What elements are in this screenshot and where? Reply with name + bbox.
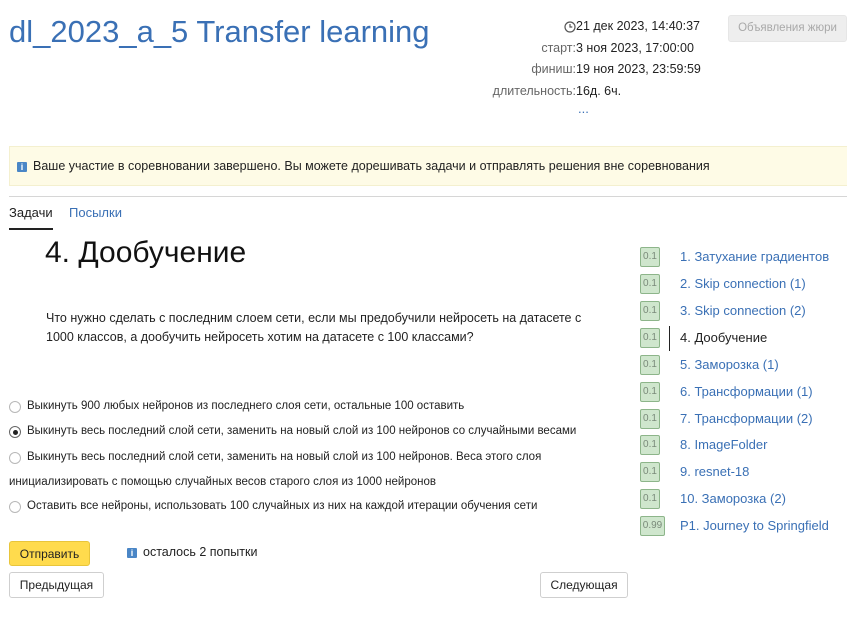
tab-submissions[interactable]: Посылки — [69, 205, 122, 220]
problem-link[interactable]: 7. Трансформации (2) — [680, 411, 813, 426]
problem-list-item[interactable]: 0.1 3. Skip connection (2) — [640, 301, 847, 322]
score-badge: 0.1 — [640, 489, 660, 509]
attempts-text: осталось 2 попытки — [143, 545, 258, 559]
start-value: 3 ноя 2023, 17:00:00 — [576, 40, 694, 55]
problem-link[interactable]: P1. Journey to Springfield — [680, 518, 829, 533]
answer-option-label: Выкинуть весь последний слой сети, замен… — [27, 425, 577, 437]
notice-text: Ваше участие в соревновании завершено. В… — [33, 159, 710, 173]
duration-value: 16д. 6ч. — [576, 84, 622, 99]
tab-tasks[interactable]: Задачи — [9, 205, 53, 230]
contest-title: dl_2023_a_5 Transfer learning — [9, 14, 430, 49]
info-icon: i — [17, 162, 27, 172]
score-badge: 0.1 — [640, 435, 660, 455]
info-icon: i — [127, 548, 137, 558]
answer-option-label: Выкинуть 900 любых нейронов из последнег… — [27, 400, 465, 412]
score-badge: 0.1 — [640, 301, 660, 321]
duration-row: длительность: 16д. 6ч. — [460, 81, 710, 103]
start-row: старт: 3 ноя 2023, 17:00:00 — [460, 38, 710, 60]
problem-list-item[interactable]: 0.1 2. Skip connection (1) — [640, 274, 847, 295]
current-indicator — [669, 326, 670, 351]
problem-list-item[interactable]: 0.1 1. Затухание градиентов — [640, 247, 847, 268]
problem-link[interactable]: 3. Skip connection (2) — [680, 303, 806, 318]
participation-notice: i Ваше участие в соревновании завершено. … — [9, 146, 847, 186]
problem-list-item[interactable]: 0.1 8. ImageFolder — [640, 435, 847, 456]
problem-list-item[interactable]: 0.1 5. Заморозка (1) — [640, 355, 847, 376]
radio-button[interactable] — [9, 401, 21, 413]
problem-list-item-current[interactable]: 0.1 4. Дообучение — [640, 326, 847, 351]
answer-option-label: Оставить все нейроны, использовать 100 с… — [27, 500, 538, 512]
problem-link[interactable]: 5. Заморозка (1) — [680, 357, 779, 372]
previous-button[interactable]: Предыдущая — [9, 572, 104, 598]
tabs-divider — [9, 196, 847, 197]
score-badge: 0.1 — [640, 355, 660, 375]
contest-info: 21 дек 2023, 14:40:37 старт: 3 ноя 2023,… — [460, 16, 710, 103]
problem-list-item[interactable]: 0.1 9. resnet-18 — [640, 462, 847, 483]
attempts-remaining: i осталось 2 попытки — [127, 545, 257, 559]
score-badge: 0.1 — [640, 328, 660, 348]
problem-link[interactable]: 1. Затухание градиентов — [680, 249, 829, 264]
problem-link[interactable]: 9. resnet-18 — [680, 464, 749, 479]
problem-title: 4. Дообучение — [45, 236, 247, 269]
problem-link[interactable]: 10. Заморозка (2) — [680, 491, 786, 506]
problem-statement: Что нужно сделать с последним слоем сети… — [46, 311, 582, 344]
clock-icon — [564, 21, 576, 33]
score-badge: 0.1 — [640, 247, 660, 267]
problem-list-item[interactable]: 0.99 P1. Journey to Springfield — [640, 516, 847, 537]
score-badge: 0.1 — [640, 409, 660, 429]
problem-link[interactable]: 6. Трансформации (1) — [680, 384, 813, 399]
problem-link[interactable]: 8. ImageFolder — [680, 437, 767, 452]
jury-announcements-button[interactable]: Объявления жюри — [728, 15, 847, 42]
submit-button[interactable]: Отправить — [9, 541, 90, 566]
duration-label: длительность: — [492, 84, 576, 99]
problem-list-item[interactable]: 0.1 6. Трансформации (1) — [640, 382, 847, 403]
score-badge: 0.1 — [640, 382, 660, 402]
finish-value: 19 ноя 2023, 23:59:59 — [576, 62, 701, 77]
current-time-row: 21 дек 2023, 14:40:37 — [460, 16, 710, 38]
radio-button[interactable] — [9, 452, 21, 464]
radio-button-selected[interactable] — [9, 426, 21, 438]
score-badge: 0.1 — [640, 274, 660, 294]
problem-list-item[interactable]: 0.1 7. Трансформации (2) — [640, 409, 847, 430]
start-label: старт: — [541, 40, 576, 55]
problem-link[interactable]: 4. Дообучение — [680, 330, 767, 345]
more-link[interactable]: ... — [578, 101, 589, 116]
answer-option-3-continuation: инициализировать с помощью случайных вес… — [9, 476, 436, 488]
next-button[interactable]: Следующая — [540, 572, 628, 598]
score-badge: 0.99 — [640, 516, 665, 536]
problem-list-item[interactable]: 0.1 10. Заморозка (2) — [640, 489, 847, 510]
problem-link[interactable]: 2. Skip connection (1) — [680, 276, 806, 291]
finish-label: финиш: — [531, 62, 576, 77]
score-badge: 0.1 — [640, 462, 660, 482]
answer-option-label: Выкинуть весь последний слой сети, замен… — [27, 451, 542, 463]
radio-button[interactable] — [9, 501, 21, 513]
finish-row: финиш: 19 ноя 2023, 23:59:59 — [460, 59, 710, 81]
current-time: 21 дек 2023, 14:40:37 — [576, 19, 700, 33]
